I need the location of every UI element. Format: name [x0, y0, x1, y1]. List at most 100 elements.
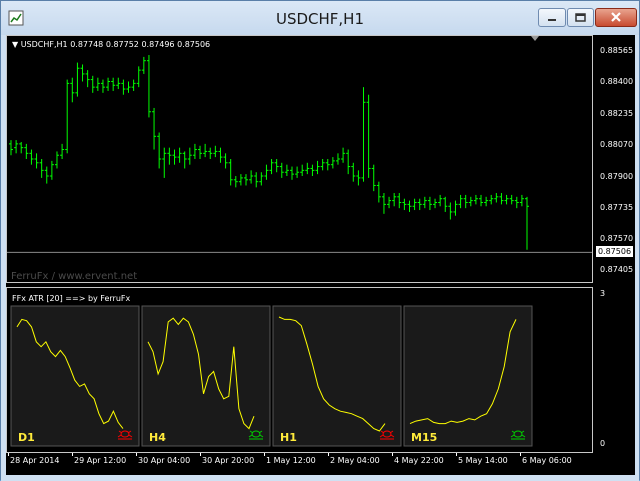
candle: [289, 166, 294, 180]
candle: [126, 81, 131, 93]
candlestick-series: [7, 36, 592, 253]
price-label: 0.87735: [600, 203, 634, 213]
candle: [9, 140, 13, 156]
time-tick: [72, 453, 73, 456]
indicator-scale-min: 0: [600, 439, 606, 448]
candle: [254, 172, 259, 188]
candle: [167, 147, 172, 165]
time-label: 30 Apr 04:00: [138, 456, 191, 465]
candle: [335, 153, 340, 165]
price-label: 0.87570: [600, 234, 634, 244]
candle: [484, 196, 489, 207]
candle: [473, 194, 478, 205]
candle: [274, 159, 279, 173]
candle: [54, 151, 59, 169]
time-tick: [520, 453, 521, 456]
candle: [269, 159, 274, 175]
candle: [499, 193, 504, 205]
candle: [162, 147, 167, 178]
candle: [402, 198, 407, 211]
candle: [443, 196, 448, 212]
candle: [172, 149, 177, 165]
timeframe-label: H1: [280, 431, 297, 444]
candle: [85, 70, 90, 88]
watermark: FerruFx / www.ervent.net: [11, 271, 138, 282]
candle: [279, 162, 284, 178]
candle: [448, 202, 453, 220]
candle: [392, 193, 397, 207]
candle: [366, 94, 371, 178]
price-chart-pane[interactable]: ▼ USDCHF,H1 0.87748 0.87752 0.87496 0.87…: [6, 35, 593, 283]
close-button[interactable]: [595, 8, 637, 27]
time-label: 2 May 04:00: [330, 456, 380, 465]
candle: [381, 193, 386, 214]
candle: [489, 194, 494, 205]
timeframe-label: M15: [411, 431, 437, 444]
candle: [315, 160, 320, 175]
atr-panel-m15: M15: [403, 305, 533, 447]
time-tick: [264, 453, 265, 456]
title-bar[interactable]: USDCHF,H1: [1, 1, 639, 35]
candle: [325, 159, 330, 171]
time-tick: [328, 453, 329, 456]
candle: [152, 107, 157, 150]
candle: [75, 62, 80, 97]
candle: [330, 157, 335, 169]
candle: [208, 147, 213, 159]
candle: [106, 77, 111, 91]
timeframe-label: D1: [18, 431, 35, 444]
price-label: 0.87900: [600, 171, 634, 181]
atr-panel-h4: H4: [141, 305, 271, 447]
candle: [504, 194, 509, 205]
chart-shift-marker[interactable]: [531, 36, 539, 41]
maximize-button[interactable]: [567, 8, 594, 27]
time-tick: [200, 453, 201, 456]
candle: [203, 143, 208, 158]
candle: [136, 66, 141, 88]
indicator-pane[interactable]: FFx ATR [20] ==> by FerruFx D1 H4 H1 M15: [6, 287, 593, 453]
time-label: 1 May 12:00: [266, 456, 316, 465]
candle: [295, 166, 300, 178]
chart-area[interactable]: ▼ USDCHF,H1 0.87748 0.87752 0.87496 0.87…: [6, 35, 635, 475]
candle: [141, 56, 146, 74]
candle: [458, 194, 463, 209]
candle: [121, 79, 126, 95]
candle: [218, 147, 223, 163]
time-label: 30 Apr 20:00: [202, 456, 255, 465]
candle: [39, 159, 44, 178]
candle: [19, 141, 24, 154]
time-tick: [456, 453, 457, 456]
price-label: 0.88565: [600, 46, 634, 56]
candle: [60, 143, 65, 159]
close-icon: [611, 12, 621, 22]
candle: [244, 174, 249, 186]
current-price-label: 0.87506: [596, 246, 633, 258]
candle: [177, 147, 182, 163]
candle: [494, 193, 499, 203]
candle: [238, 174, 243, 186]
candle: [341, 147, 346, 163]
candle: [228, 159, 233, 186]
price-axis[interactable]: 0.88565 0.88400 0.88235 0.88070 0.87900 0.877…: [594, 35, 635, 455]
window-bottom-border: [1, 475, 639, 481]
time-label: 28 Apr 2014: [10, 456, 60, 465]
candle: [44, 166, 49, 184]
candle: [49, 160, 54, 180]
candle: [407, 200, 412, 212]
candle: [412, 198, 417, 211]
candle: [320, 159, 325, 171]
candle: [213, 145, 218, 158]
candle: [356, 170, 361, 186]
candle: [65, 79, 70, 154]
candle: [300, 164, 305, 177]
candle: [182, 151, 187, 169]
candle: [519, 194, 524, 207]
candle: [433, 198, 438, 209]
minimize-button[interactable]: [538, 8, 566, 27]
price-label: 0.87405: [600, 265, 634, 275]
candle: [198, 145, 203, 159]
candle: [131, 79, 136, 91]
candle: [24, 143, 29, 159]
time-axis[interactable]: 28 Apr 2014 29 Apr 12:00 30 Apr 04:00 30 Ap…: [6, 453, 596, 475]
time-tick: [8, 453, 9, 456]
